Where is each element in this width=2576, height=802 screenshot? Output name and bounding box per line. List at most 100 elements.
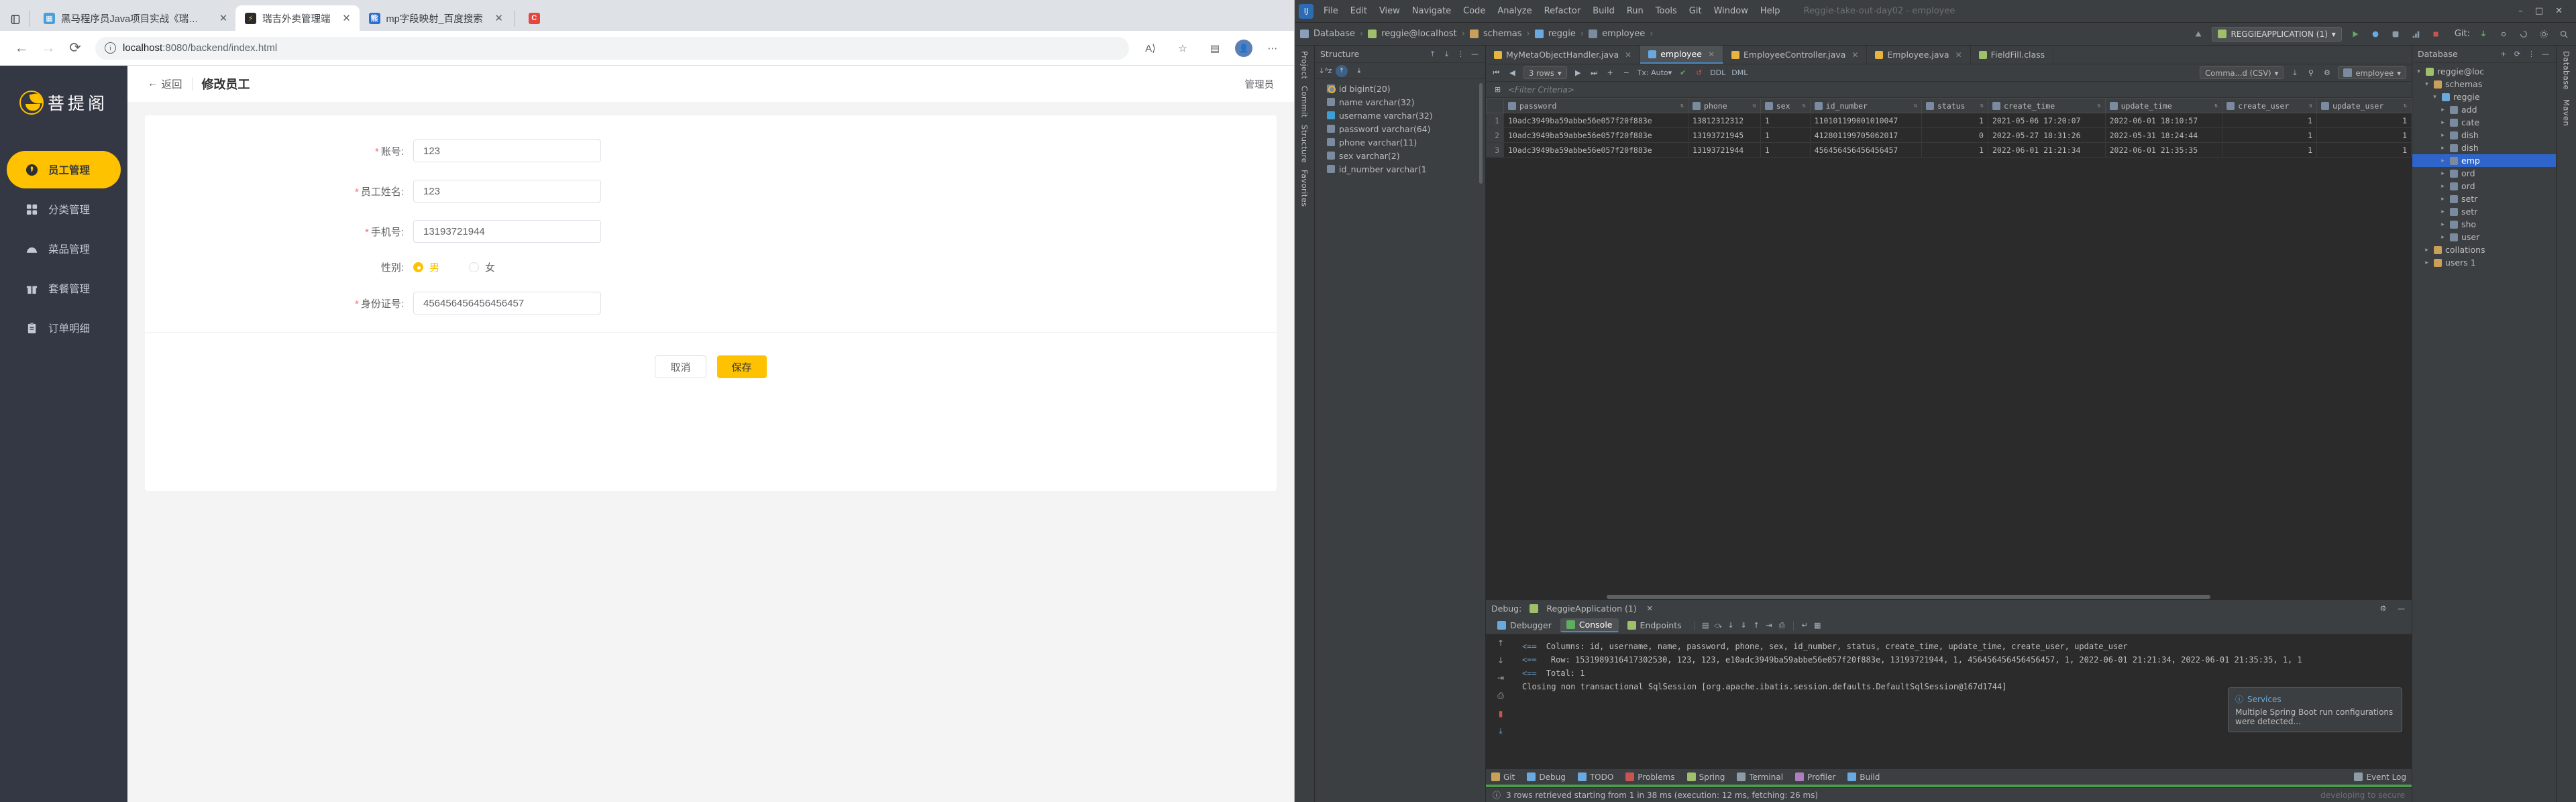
tree-item-table[interactable]: ▸ setr bbox=[2412, 205, 2556, 218]
database-tree[interactable]: ▾ reggie@loc ▾ schemas ▾ reggie ▸ add ▸ cate … bbox=[2412, 63, 2556, 271]
avatar[interactable]: 👤 bbox=[1235, 39, 1252, 57]
cell-phone[interactable]: 13812312312 bbox=[1688, 113, 1761, 128]
structure-item[interactable]: id_number varchar(1 bbox=[1315, 162, 1485, 176]
run-icon[interactable] bbox=[2349, 27, 2362, 41]
services-notification-popup[interactable]: ⓘ Services Multiple Spring Boot run conf… bbox=[2228, 687, 2402, 732]
minimize-icon[interactable]: – bbox=[2518, 6, 2523, 16]
editor-tab-employeecontroller[interactable]: EmployeeController.java ✕ bbox=[1723, 46, 1868, 64]
employee-name-input[interactable]: 123 bbox=[413, 180, 601, 203]
status-todo[interactable]: TODO bbox=[1577, 772, 1613, 782]
tree-item-users[interactable]: ▸ users 1 bbox=[2412, 256, 2556, 269]
account-input[interactable]: 123 bbox=[413, 139, 601, 162]
tree-item-employee-table[interactable]: ▸ emp bbox=[2412, 154, 2556, 167]
cell-phone[interactable]: 13193721945 bbox=[1688, 127, 1761, 143]
close-icon[interactable]: ✕ bbox=[1708, 50, 1715, 59]
structure-scrollbar[interactable] bbox=[1479, 83, 1483, 184]
ddl-button[interactable]: DDL bbox=[1710, 68, 1725, 78]
rail-maven[interactable]: Maven bbox=[2562, 99, 2571, 126]
rows-count[interactable]: 3 rows ▾ bbox=[1523, 66, 1567, 79]
cell-id-number[interactable]: 412801199705062017 bbox=[1809, 127, 1922, 143]
column-header-password[interactable]: password ⇅ bbox=[1503, 98, 1689, 113]
delete-row-icon[interactable]: − bbox=[1621, 68, 1631, 78]
close-icon[interactable]: ✕ bbox=[218, 12, 229, 24]
structure-list[interactable]: id bigint(20) name varchar(32) username … bbox=[1315, 79, 1485, 802]
menu-help[interactable]: Help bbox=[1754, 3, 1786, 19]
breadcrumb-schema[interactable]: reggie bbox=[1548, 29, 1576, 39]
cell-create-time[interactable]: 2022-05-27 18:31:26 bbox=[1987, 127, 2106, 143]
panel-menu-icon[interactable]: ⋮ bbox=[2526, 49, 2536, 59]
maximize-icon[interactable]: □ bbox=[2535, 6, 2543, 16]
tree-item-schemas[interactable]: ▾ schemas bbox=[2412, 78, 2556, 91]
sidebar-item-employee[interactable]: 员工管理 bbox=[7, 151, 121, 188]
tree-item-table[interactable]: ▸ ord bbox=[2412, 167, 2556, 180]
tree-item-table[interactable]: ▸ dish bbox=[2412, 129, 2556, 141]
sidebar-item-category[interactable]: 分类管理 bbox=[7, 190, 121, 228]
editor-tab-fieldfill[interactable]: FieldFill.class bbox=[1971, 46, 2054, 64]
cell-update-time[interactable]: 2022-05-31 18:24:44 bbox=[2104, 127, 2223, 143]
favorite-star-icon[interactable]: ☆ bbox=[1171, 36, 1195, 60]
sort-alphabetically-icon[interactable]: ↓ᴬz bbox=[1319, 66, 1332, 76]
tab-debugger[interactable]: Debugger bbox=[1491, 619, 1558, 632]
close-icon[interactable]: ✕ bbox=[1625, 50, 1631, 60]
filter-bar[interactable]: ⊞ <Filter Criteria> bbox=[1486, 82, 2412, 98]
run-to-cursor-icon[interactable]: ⇥ bbox=[1764, 620, 1774, 630]
browser-tab-0[interactable]: ▦ 黑马程序员Java项目实战《瑞吉外卖》 ✕ bbox=[34, 5, 235, 31]
close-icon[interactable]: ✕ bbox=[1851, 50, 1858, 60]
back-button[interactable]: ← 返回 bbox=[148, 76, 182, 91]
rollback-icon[interactable]: ↺ bbox=[1694, 68, 1704, 78]
rail-structure[interactable]: Structure bbox=[1300, 125, 1309, 163]
menu-git[interactable]: Git bbox=[1683, 3, 1708, 19]
cell-create-time[interactable]: 2021-05-06 17:20:07 bbox=[1987, 113, 2106, 128]
clear-icon[interactable]: ▮ bbox=[1499, 709, 1503, 718]
more-menu-icon[interactable]: ⋯ bbox=[1260, 36, 1285, 60]
prev-page-icon[interactable]: ◀ bbox=[1507, 68, 1517, 78]
tree-item-connection[interactable]: ▾ reggie@loc bbox=[2412, 65, 2556, 78]
breadcrumb-schemas[interactable]: schemas bbox=[1483, 29, 1522, 39]
add-row-icon[interactable]: + bbox=[1605, 68, 1615, 78]
cell-create-user[interactable]: 1 bbox=[2222, 127, 2318, 143]
next-page-icon[interactable]: ▶ bbox=[1573, 68, 1583, 78]
settings-icon[interactable] bbox=[2537, 27, 2551, 41]
status-event-log[interactable]: Event Log bbox=[2354, 772, 2406, 782]
close-icon[interactable]: ✕ bbox=[1955, 50, 1962, 60]
info-circle-icon[interactable]: i bbox=[105, 42, 116, 54]
save-button[interactable]: 保存 bbox=[716, 355, 767, 378]
cell-id-number[interactable]: 456456456456456457 bbox=[1809, 142, 1922, 158]
tree-item-table[interactable]: ▸ dish bbox=[2412, 141, 2556, 154]
sidebar-item-setmeal[interactable]: 套餐管理 bbox=[7, 270, 121, 307]
cell-password[interactable]: 10adc3949ba59abbe56e057f20f883e bbox=[1503, 127, 1689, 143]
menu-build[interactable]: Build bbox=[1587, 3, 1621, 19]
gender-radio-female[interactable]: 女 bbox=[469, 260, 495, 274]
hide-panel-icon[interactable]: — bbox=[2540, 49, 2551, 59]
console-output[interactable]: ↑ ↓ ⇥ ⎙ ▮ ⤓ <== Columns: id, username, na… bbox=[1486, 634, 2412, 768]
address-bar[interactable]: i localhost:8080/backend/index.html bbox=[95, 36, 1129, 60]
structure-item[interactable]: sex varchar(2) bbox=[1315, 149, 1485, 162]
read-aloud-icon[interactable]: A⟩ bbox=[1138, 36, 1163, 60]
menu-navigate[interactable]: Navigate bbox=[1406, 3, 1457, 19]
debug-icon[interactable] bbox=[2369, 27, 2382, 41]
tree-item-table[interactable]: ▸ add bbox=[2412, 103, 2556, 116]
structure-item[interactable]: username varchar(32) bbox=[1315, 109, 1485, 122]
table-row[interactable]: 2 10adc3949ba59abbe56e057f20f883e 131937… bbox=[1486, 127, 2412, 143]
phone-input[interactable]: 13193721944 bbox=[413, 220, 601, 243]
editor-tab-employee-java[interactable]: Employee.java ✕ bbox=[1867, 46, 1971, 64]
first-page-icon[interactable]: ⏮ bbox=[1491, 68, 1501, 78]
step-over-icon[interactable]: ⤼ bbox=[1713, 620, 1723, 630]
cell-create-time[interactable]: 2022-06-01 21:21:34 bbox=[1987, 142, 2106, 158]
menu-code[interactable]: Code bbox=[1457, 3, 1491, 19]
column-header-sex[interactable]: sex ⇅ bbox=[1760, 98, 1811, 113]
cell-sex[interactable]: 1 bbox=[1760, 113, 1811, 128]
close-icon[interactable]: ✕ bbox=[2555, 6, 2563, 16]
soft-wrap-icon[interactable]: ↵ bbox=[1800, 620, 1810, 630]
git-update-icon[interactable] bbox=[2477, 27, 2490, 41]
cell-sex[interactable]: 1 bbox=[1760, 127, 1811, 143]
structure-item[interactable]: phone varchar(11) bbox=[1315, 135, 1485, 149]
cell-phone[interactable]: 13193721944 bbox=[1688, 142, 1761, 158]
tab-search-icon[interactable] bbox=[4, 8, 27, 31]
scroll-to-end-icon[interactable]: ▦ bbox=[1813, 620, 1823, 630]
cell-status[interactable]: 1 bbox=[1921, 113, 1988, 128]
status-problems[interactable]: Problems bbox=[1625, 772, 1675, 782]
print-icon[interactable]: ⎙ bbox=[1497, 691, 1504, 701]
settings-icon[interactable]: ⚙ bbox=[2322, 68, 2332, 78]
export-format-selector[interactable]: Comma...d (CSV) ▾ bbox=[2200, 66, 2284, 79]
